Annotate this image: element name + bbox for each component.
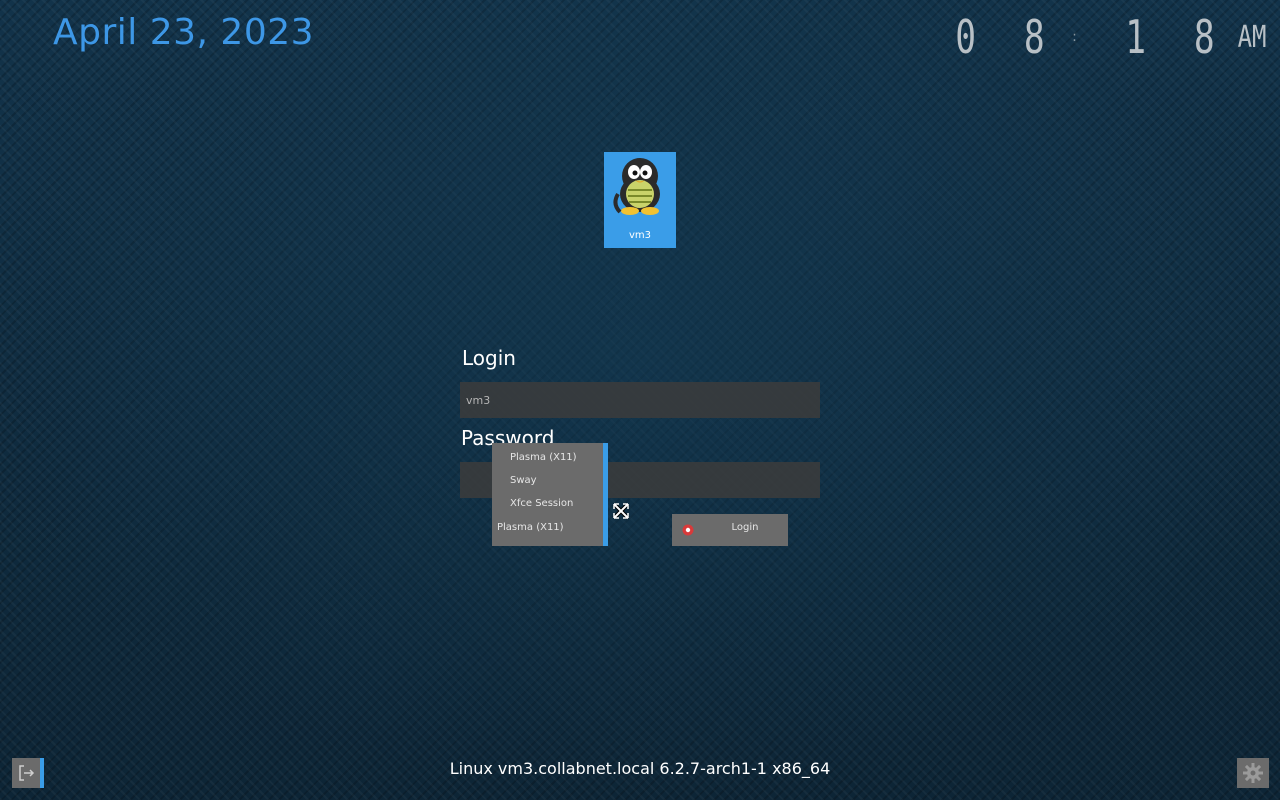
login-label: Login (462, 346, 516, 370)
tux-penguin-icon (613, 158, 660, 215)
settings-button[interactable] (1237, 758, 1269, 788)
user-tile[interactable]: vm3 (604, 152, 676, 248)
system-info: Linux vm3.collabnet.local 6.2.7-arch1-1 … (449, 759, 831, 778)
gear-icon (1243, 763, 1263, 783)
logout-icon (19, 765, 35, 781)
session-option-xfce[interactable]: Xfce Session (510, 498, 573, 509)
logout-button[interactable] (12, 758, 44, 788)
session-option-sway[interactable]: Sway (510, 475, 537, 486)
date-display: April 23, 2023 (53, 12, 315, 53)
session-option-plasma[interactable]: Plasma (X11) (510, 452, 577, 463)
clock-separator: : (1072, 29, 1077, 45)
clock-minutes: 1 8 (1125, 10, 1228, 64)
session-current[interactable]: Plasma (X11) (497, 522, 564, 533)
clock: 0 8 : 1 8 AM (921, 10, 1270, 64)
login-button[interactable]: Login (672, 514, 788, 546)
login-button-label: Login (731, 522, 759, 533)
session-selector[interactable]: Plasma (X11) Sway Xfce Session Plasma (X… (492, 443, 608, 546)
clock-ampm: AM (1237, 19, 1267, 55)
clock-hours: 0 8 (955, 10, 1059, 64)
username-label: vm3 (628, 230, 652, 241)
login-input[interactable] (460, 382, 820, 418)
move-cursor-icon (612, 502, 630, 520)
